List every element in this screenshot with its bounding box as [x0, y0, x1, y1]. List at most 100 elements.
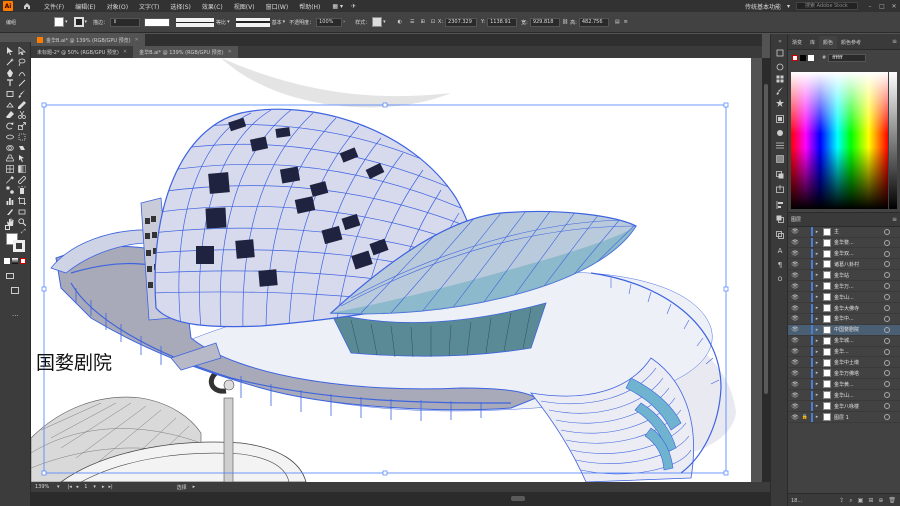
layer-target-icon[interactable]: [884, 403, 890, 410]
layer-name[interactable]: 金华...: [834, 348, 878, 355]
curvature-tool-icon[interactable]: [16, 67, 28, 78]
free-transform-tool-icon[interactable]: [16, 132, 28, 143]
measure-tool-icon[interactable]: [16, 174, 28, 185]
visibility-eye-icon[interactable]: 👁: [791, 348, 799, 355]
expand-arrow-icon[interactable]: ▸: [813, 240, 821, 246]
opera-house-artwork[interactable]: [31, 58, 751, 482]
brushes-icon[interactable]: [775, 86, 785, 96]
visibility-eye-icon[interactable]: 👁: [791, 283, 799, 290]
expand-arrow-icon[interactable]: ▸: [813, 414, 821, 420]
layer-row[interactable]: 👁 ▸ 中国婺剧院: [788, 325, 900, 336]
menu-type[interactable]: 文字(T): [139, 2, 159, 11]
horizontal-scrollbar[interactable]: [31, 492, 770, 506]
menu-window[interactable]: 窗口(W): [266, 2, 289, 11]
paragraph-icon[interactable]: ¶: [775, 260, 785, 270]
layer-name[interactable]: 金华站: [834, 272, 878, 279]
expand-arrow-icon[interactable]: ▸: [813, 294, 821, 300]
perspective-grid-tool-icon[interactable]: [4, 153, 16, 164]
variable-width-field[interactable]: [144, 17, 171, 27]
constrain-proportions-icon[interactable]: ⛓: [562, 19, 568, 25]
color-spectrum-side[interactable]: [889, 72, 897, 209]
expand-arrow-icon[interactable]: ▸: [813, 251, 821, 257]
expand-arrow-icon[interactable]: ▸: [813, 272, 821, 278]
expand-arrow-icon[interactable]: ▸: [813, 381, 821, 387]
stroke-color-box[interactable]: [13, 240, 25, 252]
expand-arrow-icon[interactable]: ▸: [813, 403, 821, 409]
layer-name[interactable]: 金华万佛塔: [834, 370, 878, 377]
transform-more-icon[interactable]: ▤: [615, 19, 620, 25]
fill-dropdown-icon[interactable]: ▾: [65, 19, 68, 25]
layer-row[interactable]: 👁 ▸ 金华山...: [788, 292, 900, 303]
width-tool-icon[interactable]: [4, 132, 16, 143]
layer-target-icon[interactable]: [884, 250, 890, 257]
opacity-dropdown-icon[interactable]: ›: [343, 19, 345, 25]
reference-point-icon[interactable]: ⊡: [431, 19, 435, 25]
swatches-icon[interactable]: [775, 74, 785, 84]
default-fill-stroke-icon[interactable]: [5, 225, 10, 230]
x-field[interactable]: 2307.329: [445, 17, 478, 27]
pencil-tool-icon[interactable]: [16, 99, 28, 110]
panel-menu-icon[interactable]: ≡: [892, 38, 897, 45]
home-icon[interactable]: [21, 0, 33, 12]
layer-row[interactable]: 👁 ▸ 金华八咏楼: [788, 401, 900, 412]
layer-row[interactable]: 👁 ▸ 金华万...: [788, 281, 900, 292]
black-color-swatch[interactable]: [800, 55, 806, 61]
height-field[interactable]: 482.756: [578, 17, 609, 27]
visibility-eye-icon[interactable]: 👁: [791, 250, 799, 257]
opacity-label[interactable]: 不透明度：: [289, 19, 314, 26]
status-arrow-icon[interactable]: ▸: [193, 484, 196, 490]
layer-target-icon[interactable]: [884, 414, 890, 421]
layer-row[interactable]: 👁 ▸ 金华万佛塔: [788, 368, 900, 380]
rotate-tool-icon[interactable]: [4, 121, 16, 132]
layer-row[interactable]: 👁 ▸ 诸葛八卦村: [788, 259, 900, 271]
menu-file[interactable]: 文件(F): [44, 2, 64, 11]
pen-tool-icon[interactable]: [4, 67, 16, 78]
workspace-dropdown-icon[interactable]: ▾: [787, 3, 790, 10]
tab-library[interactable]: 库: [806, 36, 819, 49]
layers-panel-menu-icon[interactable]: ≡: [892, 216, 897, 223]
screen-mode-icon[interactable]: [11, 287, 19, 294]
gradient-mode-icon[interactable]: [12, 258, 18, 264]
swap-fill-stroke-icon[interactable]: ⤢: [21, 228, 26, 236]
visibility-eye-icon[interactable]: 👁: [791, 261, 799, 268]
arrange-documents-icon[interactable]: ▦ ▾: [332, 3, 343, 10]
visibility-eye-icon[interactable]: 👁: [791, 392, 799, 399]
layer-target-icon[interactable]: [884, 381, 890, 388]
zoom-level[interactable]: 139%: [35, 484, 55, 490]
menu-view[interactable]: 视图(V): [234, 2, 255, 11]
gradient-panel-icon[interactable]: [775, 154, 785, 164]
collapse-panels-icon[interactable]: «: [775, 36, 785, 46]
workspace-switcher[interactable]: 传统基本功能: [745, 2, 781, 11]
visibility-eye-icon[interactable]: 👁: [791, 272, 799, 279]
visibility-eye-icon[interactable]: 👁: [791, 337, 799, 344]
expand-arrow-icon[interactable]: ▸: [813, 349, 821, 355]
slice-tool-icon[interactable]: [4, 206, 16, 217]
color-mode-icon[interactable]: [4, 258, 10, 264]
selection-tool-icon[interactable]: [4, 46, 16, 57]
visibility-eye-icon[interactable]: 👁: [791, 305, 799, 312]
libraries-icon[interactable]: [775, 62, 785, 72]
layer-name[interactable]: 金华中...: [834, 315, 878, 322]
close-tab-icon[interactable]: ✕: [228, 49, 232, 55]
layer-name[interactable]: 金华双...: [834, 250, 878, 257]
eyedropper-tool-icon[interactable]: [4, 174, 16, 185]
expand-arrow-icon[interactable]: ▸: [813, 316, 821, 322]
artboard-number[interactable]: 1: [84, 484, 87, 490]
layer-row[interactable]: 👁 ▸ 金华婺...: [788, 238, 900, 249]
rectangle-tool-icon[interactable]: [4, 89, 16, 100]
scale-tool-icon[interactable]: [16, 121, 28, 132]
layer-name[interactable]: 金华大佛寺: [834, 305, 878, 312]
layer-name[interactable]: 金华山...: [834, 294, 878, 301]
line-tool-icon[interactable]: [16, 78, 28, 89]
expand-arrow-icon[interactable]: ▸: [813, 360, 821, 366]
zoom-dropdown-icon[interactable]: ▾: [57, 484, 60, 490]
layer-target-icon[interactable]: [884, 239, 890, 246]
layer-target-icon[interactable]: [884, 228, 890, 235]
drawing-mode-icon[interactable]: [6, 273, 14, 279]
opentype-icon[interactable]: O: [775, 274, 785, 284]
make-clipping-mask-icon[interactable]: ▣: [858, 497, 864, 504]
minimize-button[interactable]: –: [864, 1, 876, 11]
layer-target-icon[interactable]: [884, 337, 890, 344]
eraser-slice-tool-icon[interactable]: [16, 206, 28, 217]
expand-arrow-icon[interactable]: ▸: [813, 261, 821, 267]
